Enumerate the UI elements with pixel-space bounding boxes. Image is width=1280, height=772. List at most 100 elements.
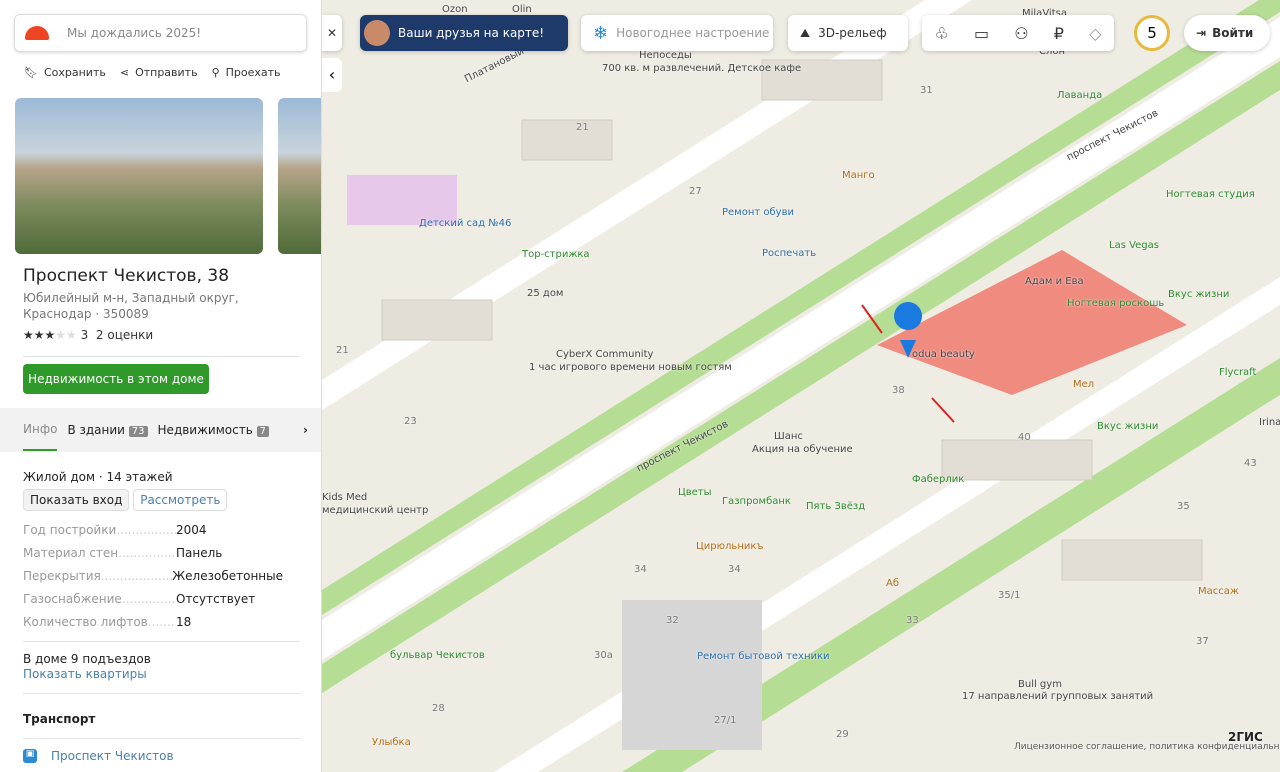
realty-button[interactable]: Недвижимость в этом доме	[23, 364, 209, 394]
relief-label: 3D-рельеф	[818, 26, 887, 40]
search-input[interactable]: Мы дождались 2025!	[14, 14, 307, 52]
ruble-icon[interactable]: ₽	[1054, 24, 1064, 43]
view-button[interactable]: Рассмотреть	[133, 489, 228, 511]
tab-label: В здании	[67, 423, 125, 437]
map-label[interactable]: Ozon	[442, 4, 468, 15]
map-label[interactable]: Манго	[842, 170, 875, 181]
map-label[interactable]: odua beauty	[912, 349, 975, 360]
map-label[interactable]: Непоседы	[639, 50, 692, 61]
map-label[interactable]: Ремонт бытовой техники	[697, 651, 830, 662]
map-label[interactable]: 1 час игрового времени новым гостям	[529, 362, 732, 373]
friends-icon[interactable]: ⚇	[1014, 24, 1028, 43]
show-entrance-button[interactable]: Показать вход	[23, 489, 130, 511]
building	[622, 600, 762, 750]
rating-value: 3	[80, 328, 89, 342]
friends-label: Ваши друзья на карте!	[398, 26, 545, 40]
property-row: ГазоснабжениеОтсутствует	[23, 592, 283, 606]
house-number: 35/1	[998, 590, 1021, 601]
place-panel: Мы дождались 2025! 🔖︎ Сохранить ⋖ Отправит…	[0, 0, 322, 772]
map-label[interactable]: Массаж	[1198, 586, 1239, 597]
map-label[interactable]: бульвар Чекистов	[390, 650, 485, 661]
save-button[interactable]: 🔖︎ Сохранить	[24, 66, 106, 79]
map-label[interactable]: Flycraft	[1219, 367, 1256, 378]
friends-banner[interactable]: Ваши друзья на карте!	[360, 15, 568, 51]
rating[interactable]: ★★★★★ 3 2 оценки	[23, 328, 153, 342]
map-label[interactable]: Irina M	[1259, 417, 1280, 428]
building-photo-2[interactable]	[278, 98, 321, 254]
map-label[interactable]: Bull gym	[1018, 679, 1062, 690]
bus-icon: ▣	[23, 749, 37, 763]
layers-icon[interactable]: ◇	[1089, 24, 1101, 43]
map-label[interactable]: Аб	[886, 578, 899, 589]
map-label[interactable]: Мел	[1073, 379, 1094, 390]
share-button[interactable]: ⋖ Отправить	[120, 66, 198, 79]
map-label[interactable]: Детский сад №46	[419, 218, 511, 229]
building-photo[interactable]	[15, 98, 263, 254]
tab-in-building[interactable]: В здании 73	[67, 423, 148, 437]
tab-info[interactable]: Инфо	[23, 409, 58, 451]
map-label[interactable]: Ремонт обуви	[722, 207, 794, 218]
notifications-badge[interactable]: 5	[1134, 15, 1170, 51]
map-label[interactable]: медицинский центр	[322, 505, 428, 516]
house-number: 27/1	[714, 715, 737, 726]
newyear-button[interactable]: ❄ Новогоднее настроение	[581, 15, 773, 51]
map-label[interactable]: CyberX Community	[556, 349, 653, 360]
house-number: 40	[1018, 432, 1031, 443]
map-label[interactable]: 700 кв. м развлечений. Детское кафе	[602, 63, 801, 74]
map-label[interactable]: Акция на обучение	[752, 444, 853, 455]
transport-stop[interactable]: ▣ Проспект Чекистов	[23, 749, 174, 763]
building-type: Жилой дом · 14 этажей	[23, 470, 173, 484]
search-placeholder: Мы дождались 2025!	[67, 26, 202, 40]
tab-count: 7	[256, 426, 269, 437]
tabs: Инфо В здании 73 Недвижимость 7 ›	[0, 408, 321, 452]
show-flats-link[interactable]: Показать квартиры	[23, 667, 147, 681]
transport-icon[interactable]: ▭	[974, 24, 989, 43]
house-number: 38	[892, 385, 905, 396]
brand-logo: 2ГИС	[1228, 730, 1263, 744]
property-value: 18	[176, 615, 192, 629]
map-label[interactable]: Вкус жизни	[1168, 289, 1229, 300]
login-label: Войти	[1212, 26, 1254, 40]
snowflake-icon: ❄	[593, 22, 609, 44]
map-label[interactable]: Цирюльникъ	[696, 541, 763, 552]
transport-heading: Транспорт	[23, 712, 96, 726]
house-number: 21	[576, 122, 589, 133]
map-label[interactable]: Las Vegas	[1109, 240, 1159, 251]
map-label[interactable]: Фаберлик	[912, 474, 964, 485]
map-label[interactable]: 25 дом	[527, 288, 563, 299]
route-button[interactable]: ⚲ Проехать	[212, 66, 281, 79]
property-key: Материал стен	[23, 546, 176, 560]
relief-button[interactable]: ⛰ 3D-рельеф	[788, 15, 908, 51]
property-value: Панель	[176, 546, 223, 560]
map-label[interactable]: Роспечать	[762, 248, 816, 259]
house-number: 37	[1196, 636, 1209, 647]
park-icon[interactable]: ♧	[935, 24, 949, 43]
login-button[interactable]: ⇥ Войти	[1184, 15, 1270, 51]
map-label[interactable]: Шанс	[774, 431, 803, 442]
place-title: Проспект Чекистов, 38	[23, 266, 230, 286]
map-label[interactable]: Улыбка	[372, 737, 411, 748]
close-panel-button[interactable]: ✕	[322, 15, 342, 51]
tab-realty[interactable]: Недвижимость 7	[158, 423, 269, 437]
map-label[interactable]: Ногтевая роскошь	[1067, 298, 1164, 309]
map-label[interactable]: Газпромбанк	[722, 496, 791, 507]
map-label[interactable]: Тор-стрижка	[522, 249, 590, 260]
stop-name: Проспект Чекистов	[51, 749, 174, 763]
map-label[interactable]: Olin	[512, 4, 532, 15]
tabs-next-icon[interactable]: ›	[303, 423, 308, 437]
map-label[interactable]: Цветы	[678, 487, 712, 498]
building	[381, 299, 493, 341]
map-label[interactable]: Лаванда	[1057, 90, 1102, 101]
map-label[interactable]: Ногтевая студия	[1166, 189, 1255, 200]
map[interactable]: Ozon Olin Непоседы 700 кв. м развлечений. Д…	[322, 0, 1280, 772]
bookmark-icon: 🔖︎	[24, 66, 38, 79]
map-label[interactable]: Kids Med	[322, 492, 367, 503]
entrances-count: В доме 9 подъездов	[23, 652, 151, 666]
building	[1061, 539, 1203, 581]
house-number: 32	[666, 615, 679, 626]
collapse-panel-button[interactable]: ‹	[322, 58, 342, 92]
map-label[interactable]: Адам и Ева	[1025, 276, 1084, 287]
map-label[interactable]: 17 направлений групповых занятий	[962, 691, 1153, 702]
map-label[interactable]: Пять Звёзд	[806, 501, 865, 512]
map-label[interactable]: Вкус жизни	[1097, 421, 1158, 432]
